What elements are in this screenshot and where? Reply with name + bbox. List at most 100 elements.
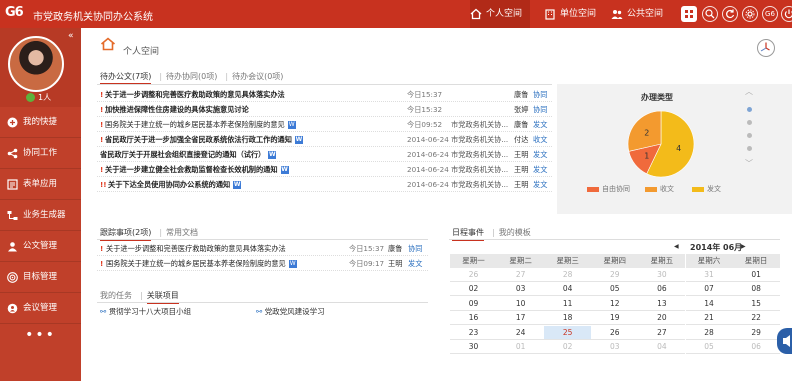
power-icon[interactable] — [781, 6, 792, 22]
calendar-day[interactable]: 25 — [544, 325, 592, 340]
todo-title[interactable]: 关于进一步建立健全社会救助监督检查长效机制的通知 W — [105, 162, 289, 177]
tracking-row[interactable]: ! 国务院关于建立统一的城乡居民基本养老保险制度的意见 W 今日09:17 王明 发文 — [100, 256, 428, 271]
calendar-day[interactable]: 09 — [450, 297, 497, 311]
calendar-day[interactable]: 04 — [638, 340, 686, 354]
refresh-icon[interactable] — [722, 6, 738, 22]
chevron-down-icon[interactable]: ﹀ — [745, 158, 753, 169]
todo-type[interactable]: 发文 — [533, 162, 547, 177]
calendar-day[interactable]: 23 — [450, 326, 497, 340]
speaker-icon[interactable] — [777, 328, 792, 354]
chevron-up-icon[interactable]: ︿ — [745, 86, 753, 97]
prev-month-button[interactable]: ◀ — [674, 243, 679, 250]
todo-type[interactable]: 协同 — [533, 102, 547, 117]
calendar-day[interactable]: 18 — [544, 311, 592, 326]
calendar-day[interactable]: 01 — [732, 268, 780, 282]
todo-row[interactable]: ! 省民政厅关于进一步加强全省民政系统依法行政工作的通知 W 2014-06-24 市党… — [100, 132, 552, 147]
more-menu-button[interactable]: ••• — [0, 326, 81, 350]
legend-item[interactable]: 收文 — [645, 184, 674, 194]
sidebar-item-shortcuts[interactable]: 我的快捷 — [0, 107, 81, 138]
todo-type[interactable]: 协同 — [533, 87, 547, 102]
todo-title[interactable]: 关于进一步调整和完善医疗救助政策的意见具体落实办法 — [105, 87, 285, 102]
todo-type[interactable]: 收文 — [533, 132, 547, 147]
calendar-day[interactable]: 02 — [544, 340, 592, 354]
calendar-day[interactable]: 28 — [685, 326, 733, 340]
todo-row[interactable]: ! 关于进一步建立健全社会救助监督检查长效机制的通知 W 2014-06-24 市党政务… — [100, 162, 552, 177]
topnav-personal-space[interactable]: 个人空间 — [470, 0, 530, 28]
calendar-day[interactable]: 11 — [544, 297, 592, 311]
todo-title[interactable]: 国务院关于建立统一的城乡居民基本养老保险制度的意见 W — [105, 117, 296, 132]
calendar-day[interactable]: 21 — [685, 311, 733, 326]
sidebar-item-documents[interactable]: 公文管理 — [0, 231, 81, 262]
todo-title[interactable]: 省民政厅关于进一步加强全省民政系统依法行政工作的通知 W — [105, 132, 303, 147]
calendar-day[interactable]: 22 — [732, 311, 780, 326]
todo-type[interactable]: 发文 — [533, 147, 547, 162]
calendar-day[interactable]: 29 — [732, 326, 780, 340]
g6-icon[interactable]: G6 — [762, 6, 778, 22]
avatar[interactable] — [8, 36, 64, 92]
todo-row[interactable]: ! 关于进一步调整和完善医疗救助政策的意见具体落实办法 今日15:37 康鲁 协同 — [100, 87, 552, 102]
calendar-day[interactable]: 05 — [685, 340, 733, 354]
topnav-public-space[interactable]: 公共空间 — [611, 0, 671, 28]
todo-row[interactable]: ! 加快推进保障性住房建设的具体实施意见讨论 今日15:32 张婷 协同 — [100, 102, 552, 117]
project-item[interactable]: ⚯ 党政党风建设学习 — [256, 306, 325, 317]
calendar-day[interactable]: 30 — [450, 340, 497, 354]
calendar-day[interactable]: 17 — [497, 311, 545, 326]
calendar-day[interactable]: 31 — [685, 268, 733, 282]
todo-type[interactable]: 发文 — [533, 177, 547, 192]
calendar-day[interactable]: 06 — [638, 282, 686, 297]
calendar-day[interactable]: 13 — [638, 297, 686, 311]
todo-row[interactable]: 省民政厅关于开展社会组织直接登记的通知（试行） W 2014-06-24 市党政务机关… — [100, 147, 552, 162]
calendar-day[interactable]: 14 — [685, 297, 733, 311]
calendar-day[interactable]: 12 — [591, 297, 639, 311]
todo-type[interactable]: 发文 — [533, 117, 547, 132]
calendar-day[interactable]: 07 — [685, 282, 733, 297]
carousel-dot[interactable] — [747, 107, 752, 112]
calendar-day[interactable]: 03 — [497, 282, 545, 297]
carousel-dot[interactable] — [747, 146, 752, 151]
calendar-day[interactable]: 28 — [544, 268, 592, 282]
calendar-day[interactable]: 24 — [497, 326, 545, 340]
calendar-day[interactable]: 27 — [638, 326, 686, 340]
todo-row[interactable]: ! 国务院关于建立统一的城乡居民基本养老保险制度的意见 W 今日09:52 市党政务机关… — [100, 117, 552, 132]
calendar-day[interactable]: 02 — [450, 282, 497, 297]
legend-item[interactable]: 发文 — [692, 184, 721, 194]
calendar-day[interactable]: 06 — [732, 340, 780, 354]
calendar-day[interactable]: 26 — [450, 268, 497, 282]
calendar-day[interactable]: 27 — [497, 268, 545, 282]
todo-title[interactable]: 加快推进保障性住房建设的具体实施意见讨论 — [105, 102, 249, 117]
calendar-day[interactable]: 19 — [591, 311, 639, 326]
carousel-dot[interactable] — [747, 120, 752, 125]
next-month-button[interactable]: ▶ — [741, 243, 746, 250]
settings-icon[interactable] — [742, 6, 758, 22]
tab-my-templates[interactable]: 我的模板 — [499, 228, 531, 237]
todo-title[interactable]: 关于下达全员使用协同办公系统的通知 W — [108, 177, 242, 192]
todo-row[interactable]: !! 关于下达全员使用协同办公系统的通知 W 2014-06-24 市党政务机关协...… — [100, 177, 552, 192]
sidebar-item-business-builder[interactable]: 业务生成器 — [0, 200, 81, 231]
calendar-day[interactable]: 05 — [591, 282, 639, 297]
tracking-title[interactable]: 国务院关于建立统一的城乡居民基本养老保险制度的意见 W — [106, 256, 297, 271]
calendar-day[interactable]: 08 — [732, 282, 780, 297]
calendar-day[interactable]: 20 — [638, 311, 686, 326]
calendar-day[interactable]: 15 — [732, 297, 780, 311]
tab-my-tasks[interactable]: 我的任务 — [100, 291, 132, 300]
tab-common-docs[interactable]: 常用文档 — [166, 228, 198, 237]
sidebar-item-goals[interactable]: 目标管理 — [0, 262, 81, 293]
carousel-dot[interactable] — [747, 133, 752, 138]
sidebar-item-collaboration[interactable]: 协同工作 — [0, 138, 81, 169]
project-item[interactable]: ⚯ 贯彻学习十八大项目小组 — [100, 306, 191, 317]
tracking-type[interactable]: 发文 — [408, 256, 422, 271]
search-icon[interactable] — [702, 6, 718, 22]
collapse-icon[interactable]: « — [68, 31, 74, 41]
calendar-day[interactable]: 26 — [591, 326, 639, 340]
calendar-day[interactable]: 01 — [497, 340, 545, 354]
calendar-day[interactable]: 04 — [544, 282, 592, 297]
sidebar-item-meetings[interactable]: 会议管理 — [0, 293, 81, 324]
clock-icon[interactable] — [756, 38, 776, 58]
calendar-day[interactable]: 03 — [591, 340, 639, 354]
calendar-day[interactable]: 10 — [497, 297, 545, 311]
tracking-row[interactable]: ! 关于进一步调整和完善医疗救助政策的意见具体落实办法 今日15:37 康鲁 协同 — [100, 241, 428, 256]
tracking-title[interactable]: 关于进一步调整和完善医疗救助政策的意见具体落实办法 — [106, 241, 286, 256]
calendar-day[interactable]: 29 — [591, 268, 639, 282]
legend-item[interactable]: 自由协同 — [587, 184, 630, 194]
sidebar-item-forms[interactable]: 表单应用 — [0, 169, 81, 200]
